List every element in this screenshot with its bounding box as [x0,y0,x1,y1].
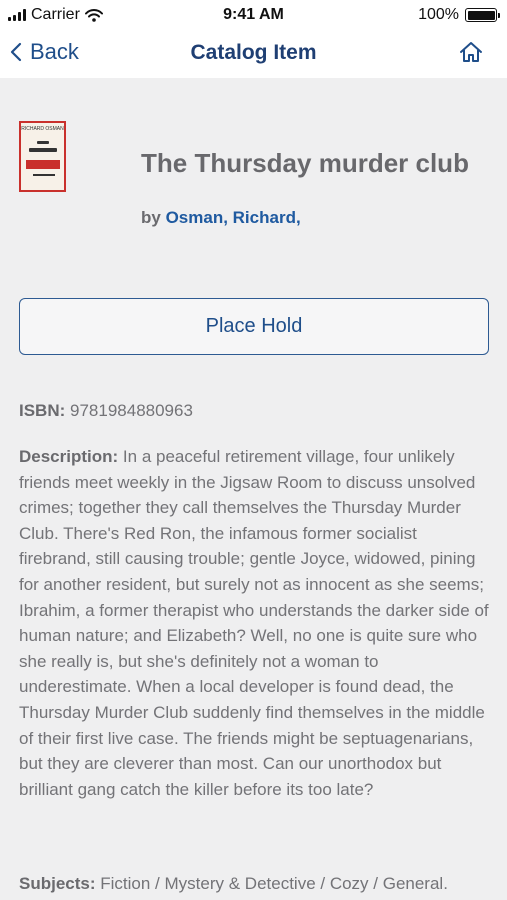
place-hold-button[interactable]: Place Hold [19,298,489,355]
battery-percent: 100% [418,6,459,23]
subjects-row: Subjects: Fiction / Mystery & Detective … [19,874,491,894]
author-link[interactable]: Osman, Richard, [166,208,301,227]
subjects-label: Subjects: [19,874,96,893]
back-label: Back [30,39,79,64]
description-label: Description: [19,447,119,466]
cover-author: RICHARD OSMAN [21,126,64,132]
description-block: Description: In a peaceful retirement vi… [19,444,491,802]
home-button[interactable] [459,41,483,68]
subjects-value: Fiction / Mystery & Detective / Cozy / G… [100,874,448,893]
isbn-row: ISBN: 9781984880963 [19,401,491,421]
battery-icon [465,8,500,22]
home-icon [460,42,482,62]
status-right: 100% [418,6,500,24]
back-button[interactable]: Back [10,39,79,65]
isbn-value: 9781984880963 [70,401,193,420]
byline: by Osman, Richard, [141,208,301,228]
book-cover: RICHARD OSMAN [19,121,66,192]
status-bar: Carrier 9:41 AM 100% [0,0,507,30]
item-title: The Thursday murder club [141,148,469,178]
catalog-item-content: RICHARD OSMAN The Thursday murder club b… [0,78,507,900]
navigation-bar: Back Catalog Item [0,30,507,78]
by-prefix: by [141,208,161,227]
isbn-label: ISBN: [19,401,66,420]
chevron-left-icon [10,42,22,62]
description-text: In a peaceful retirement village, four u… [19,447,489,799]
